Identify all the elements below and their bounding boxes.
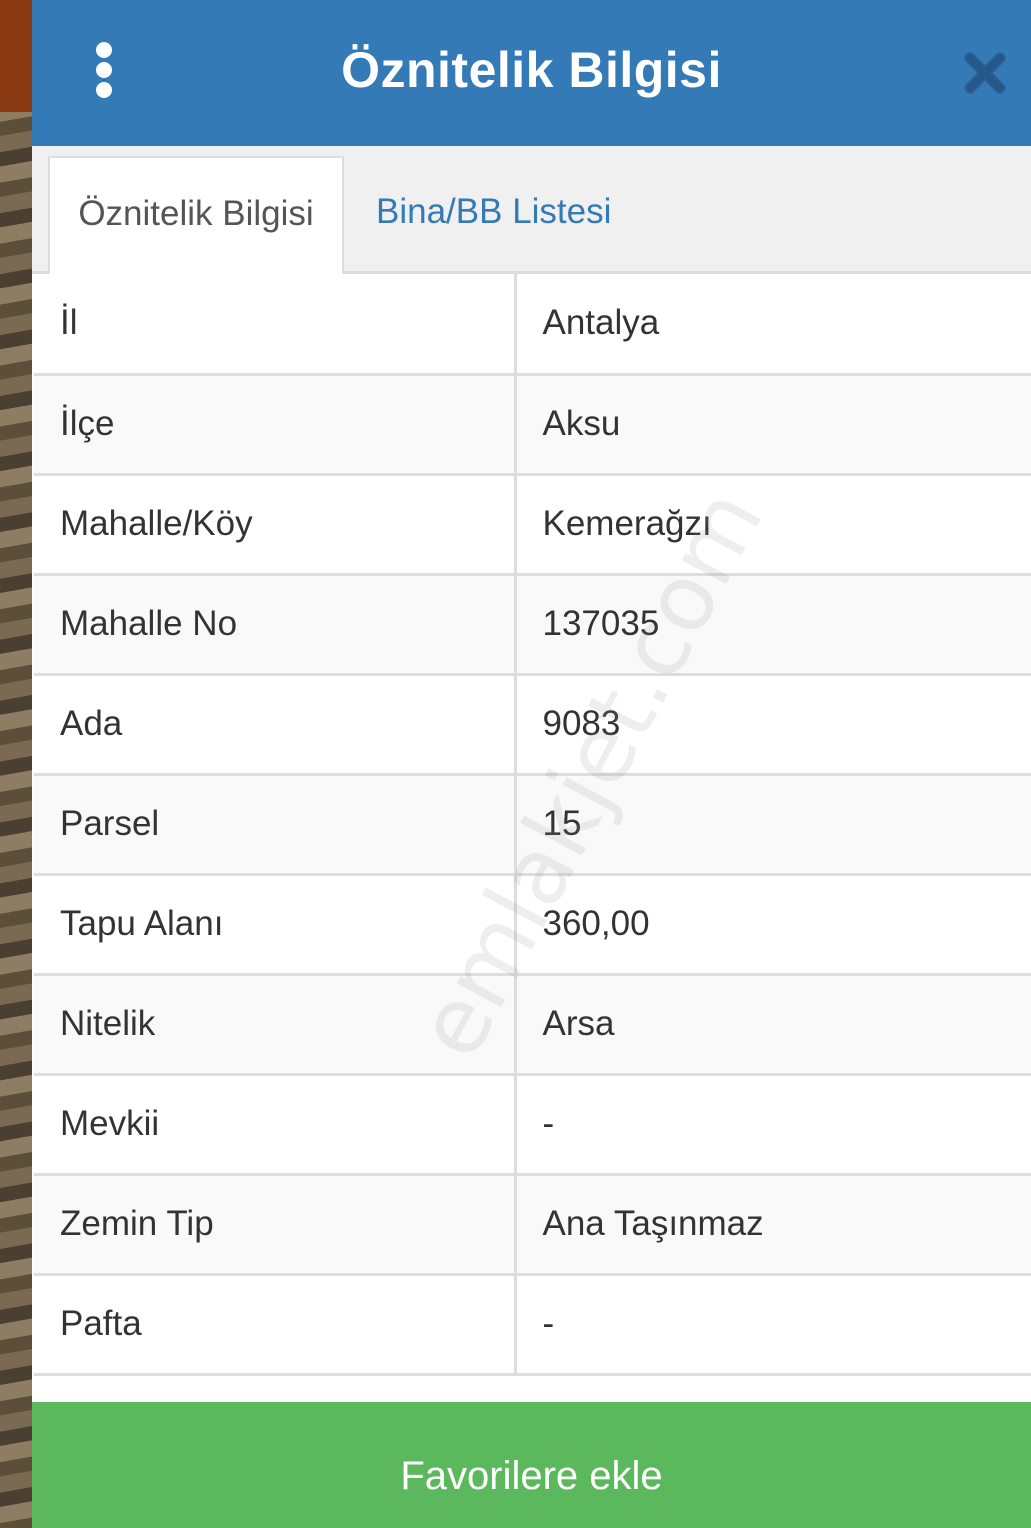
attribute-key: Zemin Tip — [34, 1172, 517, 1276]
map-background — [0, 0, 32, 1528]
attribute-value: - — [513, 1272, 1031, 1376]
attribute-table: İl Antalya İlçe Aksu Mahalle/Köy Kemerağ… — [34, 274, 1031, 1376]
attribute-key: Mahalle/Köy — [34, 472, 517, 576]
table-row: Mevkii - — [34, 1072, 1031, 1176]
close-icon[interactable] — [964, 52, 1006, 94]
panel-header: Öznitelik Bilgisi — [32, 0, 1031, 146]
attribute-key: Parsel — [34, 772, 517, 876]
table-row: Ada 9083 — [34, 672, 1031, 776]
table-row: İl Antalya — [34, 274, 1031, 376]
attribute-value: Arsa — [513, 972, 1031, 1076]
table-row: Parsel 15 — [34, 772, 1031, 876]
attribute-key: Tapu Alanı — [34, 872, 517, 976]
attribute-value: 137035 — [513, 572, 1031, 676]
attribute-key: Mevkii — [34, 1072, 517, 1176]
attribute-value: - — [513, 1072, 1031, 1176]
attribute-key: Ada — [34, 672, 517, 776]
attribute-value: 9083 — [513, 672, 1031, 776]
page-title: Öznitelik Bilgisi — [341, 42, 722, 98]
attribute-key: İl — [34, 274, 517, 376]
attribute-value: 360,00 — [513, 872, 1031, 976]
table-row: Tapu Alanı 360,00 — [34, 872, 1031, 976]
table-row: İlçe Aksu — [34, 372, 1031, 476]
attribute-value: Ana Taşınmaz — [513, 1172, 1031, 1276]
table-row: Mahalle No 137035 — [34, 572, 1031, 676]
attribute-key: Mahalle No — [34, 572, 517, 676]
attribute-key: Nitelik — [34, 972, 517, 1076]
tab-building-list[interactable]: Bina/BB Listesi — [376, 156, 611, 274]
attribute-value: Antalya — [513, 274, 1031, 376]
attribute-value: 15 — [513, 772, 1031, 876]
tab-bar: Öznitelik Bilgisi Bina/BB Listesi — [32, 146, 1031, 276]
attribute-key: İlçe — [34, 372, 517, 476]
table-row: Pafta - — [34, 1272, 1031, 1376]
table-row: Zemin Tip Ana Taşınmaz — [34, 1172, 1031, 1276]
add-to-favorites-button[interactable]: Favorilere ekle — [32, 1402, 1031, 1528]
attribute-value: Aksu — [513, 372, 1031, 476]
attribute-value: Kemerağzı — [513, 472, 1031, 576]
attribute-panel: Öznitelik Bilgisi Öznitelik Bilgisi Bina… — [32, 0, 1031, 1528]
tab-attribute-info[interactable]: Öznitelik Bilgisi — [48, 156, 344, 276]
table-row: Nitelik Arsa — [34, 972, 1031, 1076]
table-row: Mahalle/Köy Kemerağzı — [34, 472, 1031, 576]
attribute-key: Pafta — [34, 1272, 517, 1376]
